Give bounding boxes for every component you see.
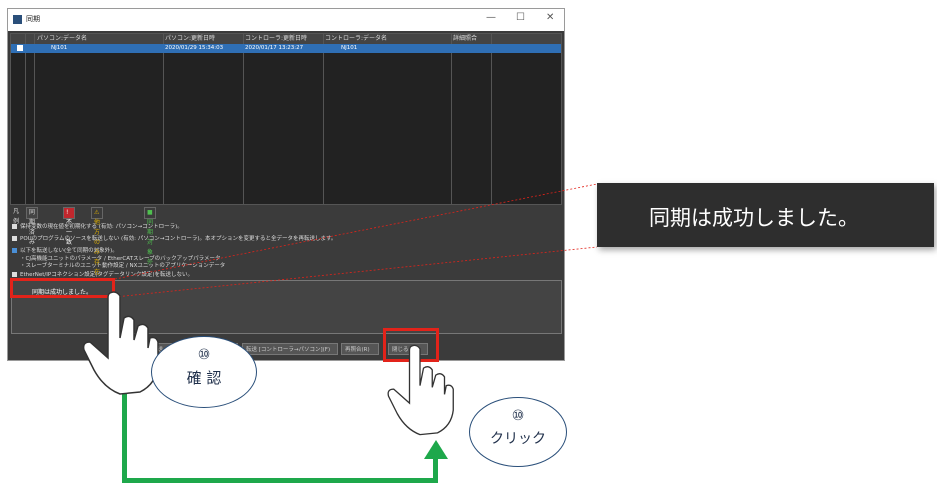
callout-confirm-label: 確 認 [186, 369, 222, 387]
hand-pointer-icon [82, 291, 159, 395]
zoom-message: 同期は成功しました。 [649, 206, 859, 230]
arrow-horizontal [122, 478, 438, 483]
arrow-vertical-left [122, 387, 127, 483]
zoom-panel: 同期は成功しました。 [597, 183, 934, 247]
callout-confirm-number: ⑩ [197, 347, 211, 363]
callout-click: ⑩ クリック [469, 397, 567, 467]
callout-confirm: ⑩ 確 認 [151, 336, 257, 408]
callout-click-label: クリック [490, 431, 546, 447]
callout-click-number: ⑩ [511, 408, 525, 424]
hand-pointer-icon [387, 344, 454, 436]
arrow-vertical-right [433, 457, 438, 483]
arrow-head-icon [424, 440, 448, 459]
